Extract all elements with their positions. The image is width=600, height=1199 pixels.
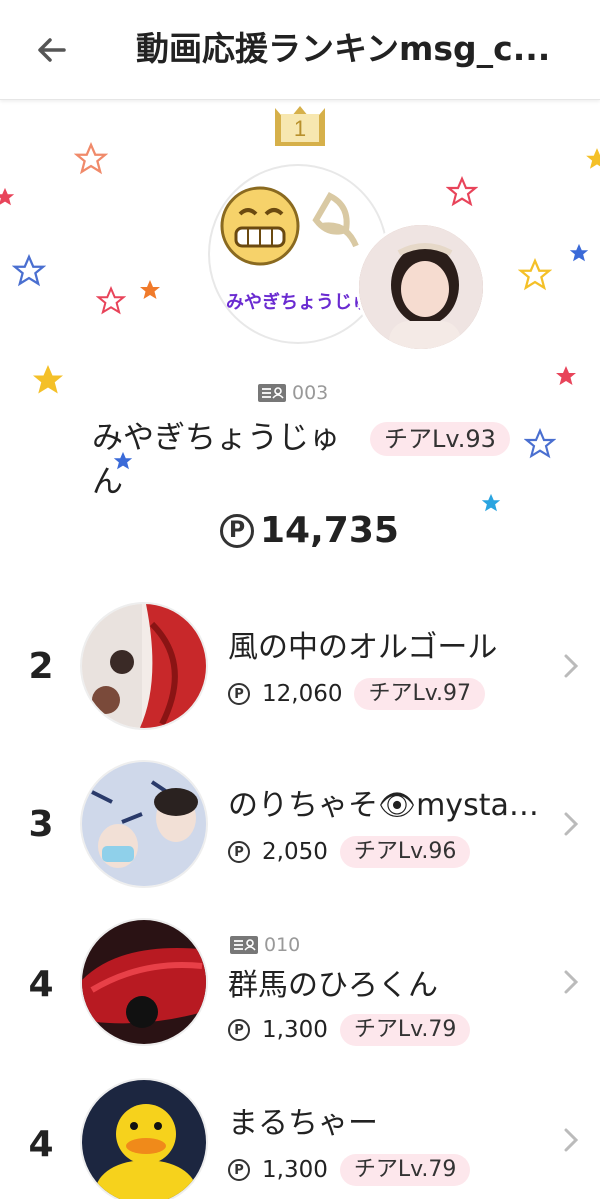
rank-number: 4: [28, 1124, 54, 1165]
rank-number: 3: [28, 804, 54, 845]
top-points: P 14,735: [220, 510, 399, 551]
cheer-level-badge: チアLv.93: [370, 422, 510, 456]
profile-id-text: 003: [292, 382, 329, 404]
top-sub-avatar[interactable]: [356, 222, 486, 352]
arrow-left-icon[interactable]: [30, 28, 74, 72]
rank-row[interactable]: 2 風の中のオルゴール P 12,060 チアLv.97: [0, 598, 600, 738]
rank-number: 4: [28, 964, 54, 1005]
ranking-page: 動画応援ランキンmsg_c... 1 みやぎちょうじゅ 003 みやぎちょうじゅ…: [0, 0, 600, 1199]
rank-number: 2: [28, 646, 54, 687]
cheer-level-badge: チアLv.97: [354, 678, 486, 710]
profile-id-text: 010: [264, 934, 301, 956]
rank-user-name: のりちゃそ👁mysta隠...: [228, 788, 558, 823]
star-icon: [481, 493, 501, 512]
rank-points: 1,300: [262, 1017, 328, 1043]
point-icon: P: [228, 683, 250, 705]
point-icon: P: [220, 513, 254, 548]
avatar[interactable]: [80, 760, 208, 888]
motorcycle-photo-icon: [82, 920, 206, 1044]
rubber-duck-photo-icon: [82, 1080, 206, 1199]
star-icon: [74, 142, 108, 175]
collage-photo-icon: [82, 604, 206, 728]
star-icon: [96, 286, 126, 315]
top-user-name[interactable]: みやぎちょうじゅん: [92, 416, 352, 504]
rank-meta: P 12,060 チアLv.97: [228, 678, 486, 710]
profile-card-icon: [230, 936, 258, 954]
top-rank-number: 1: [293, 116, 307, 141]
star-icon: [556, 366, 576, 385]
rank-meta: P 2,050 チアLv.96: [228, 836, 471, 868]
rank-user-name: 風の中のオルゴール: [228, 630, 498, 665]
chevron-right-icon[interactable]: [562, 968, 580, 996]
cheer-level-badge: チアLv.79: [339, 1154, 471, 1186]
rank-user-name: 群馬のひろくん: [228, 968, 438, 1003]
point-icon: P: [228, 1159, 250, 1181]
chevron-right-icon[interactable]: [562, 810, 580, 838]
page-title: 動画応援ランキンmsg_c...: [136, 29, 551, 68]
app-header: 動画応援ランキンmsg_c...: [0, 0, 600, 100]
rank-points: 2,050: [262, 839, 328, 865]
rank-row[interactable]: 4 010 群馬のひろくん P 1,300 チアLv.79: [0, 914, 600, 1054]
star-icon: [33, 365, 63, 394]
chevron-right-icon[interactable]: [562, 1126, 580, 1154]
point-icon: P: [228, 841, 250, 863]
rank-meta: P 1,300 チアLv.79: [228, 1154, 471, 1186]
rank-points: 12,060: [262, 681, 343, 707]
profile-card-icon: [258, 384, 286, 402]
star-icon: [12, 254, 46, 287]
top-avatar[interactable]: みやぎちょうじゅ: [208, 164, 388, 344]
rank-points: 1,300: [262, 1157, 328, 1183]
top-points-value: 14,735: [260, 510, 399, 551]
person-photo-icon: [359, 225, 483, 349]
point-icon: P: [228, 1019, 250, 1041]
star-icon: [569, 243, 589, 262]
avatar[interactable]: [80, 602, 208, 730]
star-icon: [0, 187, 15, 206]
star-icon: [524, 428, 556, 459]
avatar[interactable]: [80, 1078, 208, 1199]
rank-meta: P 1,300 チアLv.79: [228, 1014, 471, 1046]
avatar[interactable]: [80, 918, 208, 1046]
chevron-right-icon[interactable]: [562, 652, 580, 680]
star-icon: [140, 280, 160, 299]
star-icon: [518, 258, 552, 291]
rank-row[interactable]: 3 のりちゃそ👁mysta隠... P 2,050 チアLv.96: [0, 756, 600, 896]
star-icon: [586, 148, 600, 169]
profile-id: 010: [230, 934, 300, 956]
star-icon: [446, 176, 478, 207]
rank-user-name: まるちゃー: [228, 1106, 378, 1141]
smiley-face-icon: [220, 186, 359, 266]
rank-row[interactable]: 4 まるちゃー P 1,300 チアLv.79: [0, 1074, 600, 1199]
cheer-level-badge: チアLv.96: [339, 836, 471, 868]
person-photo-icon: [82, 762, 206, 886]
cheer-level-badge: チアLv.79: [339, 1014, 471, 1046]
top-profile-id: 003: [258, 382, 328, 404]
